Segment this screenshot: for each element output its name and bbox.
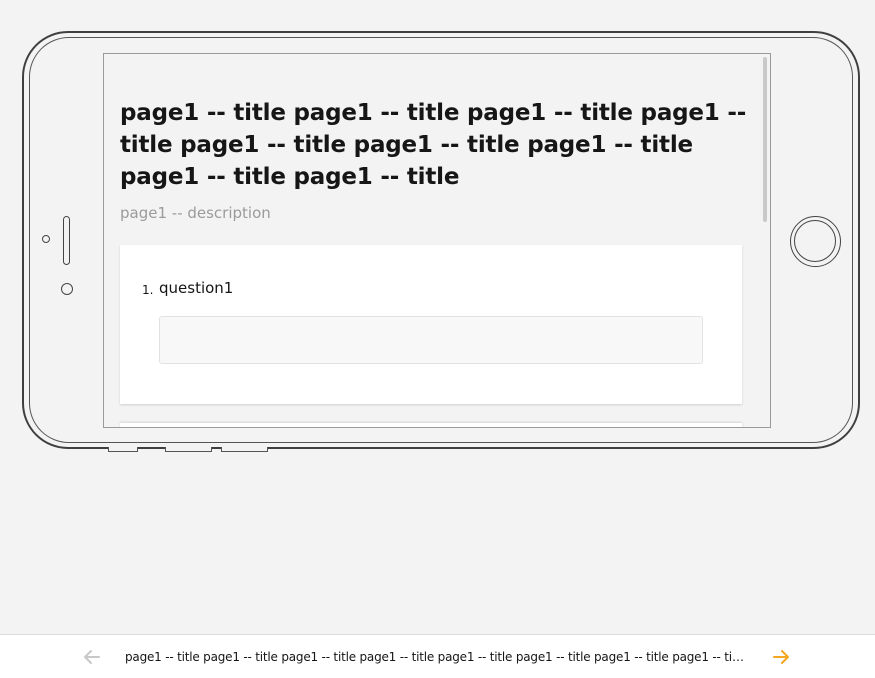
screen-scrollbar[interactable]: [763, 57, 767, 222]
arrow-left-icon: [84, 650, 100, 664]
question-card: 1. question1: [120, 245, 742, 404]
bottom-nav-page-title[interactable]: page1 -- title page1 -- title page1 -- t…: [125, 650, 745, 664]
phone-side-button: [108, 447, 138, 452]
next-page-button[interactable]: [768, 645, 794, 669]
next-question-card-edge: [120, 423, 742, 427]
preview-stage: page1 -- title page1 -- title page1 -- t…: [0, 0, 875, 678]
phone-volume-up-button: [165, 447, 212, 452]
arrow-right-icon: [773, 650, 789, 664]
phone-home-button: [790, 216, 841, 267]
question1-text-input[interactable]: [159, 316, 703, 364]
device-screen[interactable]: page1 -- title page1 -- title page1 -- t…: [103, 53, 771, 428]
phone-volume-down-button: [221, 447, 268, 452]
page-title: page1 -- title page1 -- title page1 -- t…: [120, 100, 747, 190]
front-sensor-dot: [42, 235, 50, 243]
question-title: question1: [159, 279, 234, 297]
front-camera-dot: [61, 283, 73, 295]
previous-page-button[interactable]: [80, 645, 106, 669]
question-number: 1.: [142, 283, 154, 297]
bottom-navigation-bar: page1 -- title page1 -- title page1 -- t…: [0, 634, 875, 678]
speaker-slot: [63, 216, 70, 265]
page-description: page1 -- description: [120, 204, 271, 222]
